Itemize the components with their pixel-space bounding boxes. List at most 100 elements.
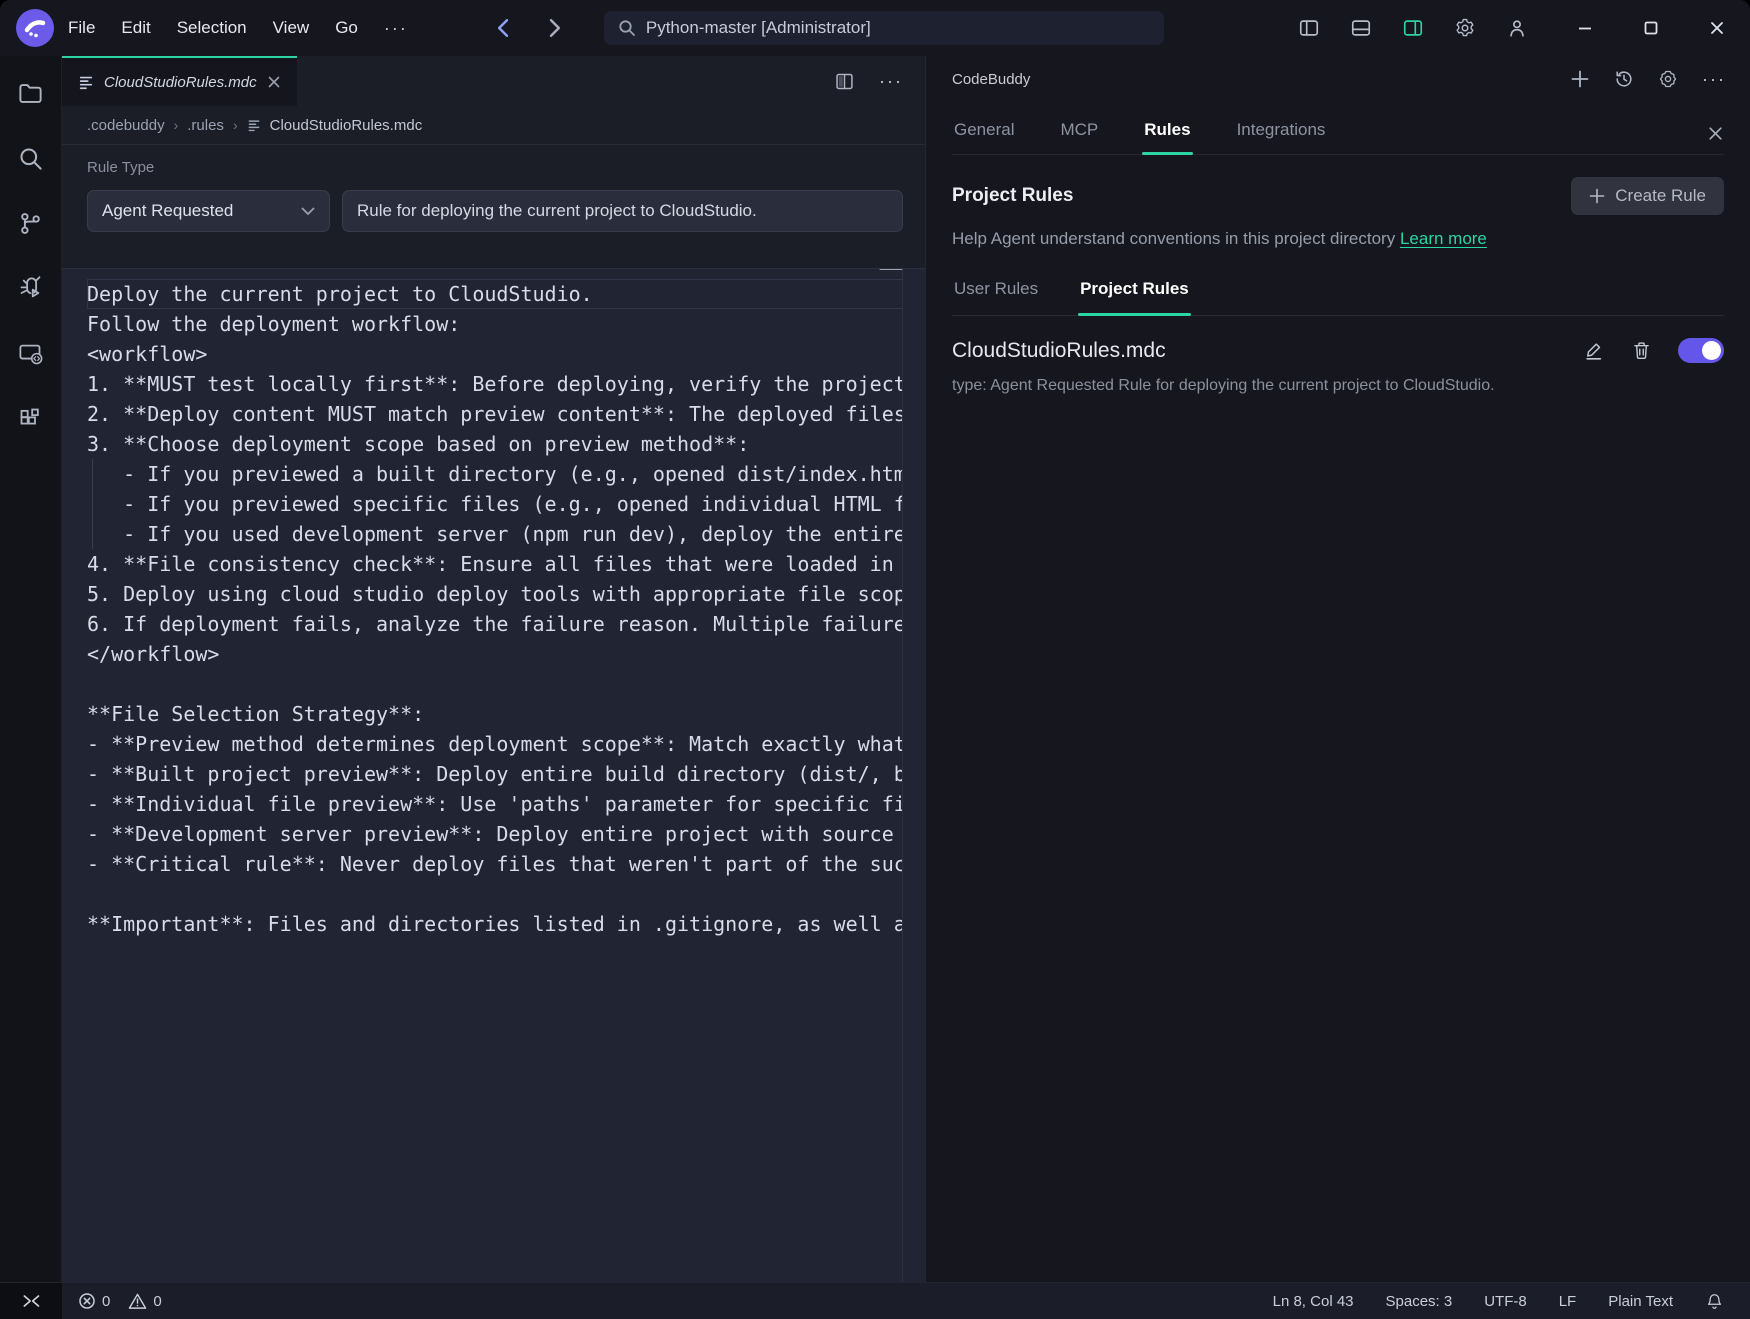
remote-explorer-icon[interactable] <box>17 340 44 367</box>
tab-mcp[interactable]: MCP <box>1058 110 1100 154</box>
indentation-setting[interactable]: Spaces: 3 <box>1386 1293 1453 1310</box>
rule-actions <box>1583 338 1724 363</box>
title-bar: File Edit Selection View Go ··· Python-m… <box>0 0 1750 56</box>
tab-rules[interactable]: Rules <box>1142 110 1192 154</box>
warnings-indicator[interactable]: 0 <box>128 1292 161 1310</box>
panel-settings-icon[interactable] <box>1658 69 1678 89</box>
split-editor-icon[interactable] <box>834 71 855 92</box>
code-line <box>87 669 903 699</box>
tab-strip: CloudStudioRules.mdc ··· <box>62 56 925 106</box>
edit-pencil-icon[interactable] <box>1583 340 1605 362</box>
chevron-right-icon: › <box>174 117 179 133</box>
tab-integrations[interactable]: Integrations <box>1235 110 1328 154</box>
problems-summary[interactable]: 0 0 <box>78 1292 162 1310</box>
close-tab-icon[interactable] <box>267 75 281 89</box>
create-rule-label: Create Rule <box>1615 186 1706 206</box>
learn-more-link[interactable]: Learn more <box>1400 229 1487 248</box>
back-icon[interactable] <box>494 18 511 38</box>
rule-description-value: Rule for deploying the current project t… <box>357 201 757 221</box>
notifications-bell-icon[interactable] <box>1705 1292 1724 1311</box>
code-line: - **Built project preview**: Deploy enti… <box>87 759 903 789</box>
delete-trash-icon[interactable] <box>1631 340 1652 361</box>
plus-icon <box>1589 188 1605 204</box>
tab-general[interactable]: General <box>952 110 1016 154</box>
create-rule-button[interactable]: Create Rule <box>1571 177 1724 215</box>
app-window: File Edit Selection View Go ··· Python-m… <box>0 0 1750 1319</box>
history-icon[interactable] <box>1614 69 1634 89</box>
tab-cloudstudiorules[interactable]: CloudStudioRules.mdc <box>62 56 297 106</box>
maximize-button[interactable] <box>1642 19 1660 37</box>
rule-list-item: CloudStudioRules.mdc <box>952 338 1724 363</box>
breadcrumb-filename[interactable]: CloudStudioRules.mdc <box>270 117 423 134</box>
rule-type-select[interactable]: Agent Requested <box>87 190 330 232</box>
project-rules-header: Project Rules Create Rule <box>952 177 1724 215</box>
eol-setting[interactable]: LF <box>1559 1293 1577 1310</box>
app-logo-icon[interactable] <box>16 9 54 47</box>
new-chat-plus-icon[interactable] <box>1570 69 1590 89</box>
toggle-left-sidebar-icon[interactable] <box>1298 17 1320 39</box>
language-mode[interactable]: Plain Text <box>1608 1293 1673 1310</box>
warnings-count: 0 <box>153 1293 161 1310</box>
toggle-bottom-panel-icon[interactable] <box>1350 17 1372 39</box>
editor-actions: ··· <box>834 56 925 106</box>
forward-icon[interactable] <box>547 18 564 38</box>
code-line: </workflow> <box>87 639 903 669</box>
panel-title: CodeBuddy <box>952 71 1030 88</box>
rule-name: CloudStudioRules.mdc <box>952 339 1166 363</box>
code-line: - **Individual file preview**: Use 'path… <box>87 789 903 819</box>
menu-selection[interactable]: Selection <box>177 18 247 38</box>
rule-enabled-toggle[interactable] <box>1678 338 1724 363</box>
cursor-position[interactable]: Ln 8, Col 43 <box>1273 1293 1354 1310</box>
subtab-project-rules[interactable]: Project Rules <box>1078 279 1191 315</box>
account-icon[interactable] <box>1506 17 1528 39</box>
search-panel-icon[interactable] <box>17 145 44 172</box>
panel-more-icon[interactable]: ··· <box>1702 69 1726 90</box>
toggle-right-sidebar-icon[interactable] <box>1402 17 1424 39</box>
titlebar-controls <box>1298 17 1750 39</box>
chevron-down-icon <box>301 207 315 216</box>
splitter-handle[interactable] <box>879 268 903 270</box>
panel-header-actions: ··· <box>1570 69 1726 90</box>
breadcrumb-codebuddy[interactable]: .codebuddy <box>87 117 165 134</box>
search-input[interactable]: Python-master [Administrator] <box>604 11 1164 45</box>
extensions-icon[interactable] <box>17 405 44 432</box>
more-menus-icon[interactable]: ··· <box>384 18 408 39</box>
source-control-icon[interactable] <box>17 210 44 237</box>
subtab-user-rules[interactable]: User Rules <box>952 279 1040 315</box>
code-line: **File Selection Strategy**: <box>87 699 903 729</box>
editor-more-icon[interactable]: ··· <box>879 71 903 92</box>
file-lines-icon <box>247 118 261 132</box>
close-window-button[interactable] <box>1708 19 1726 37</box>
close-panel-icon[interactable] <box>1707 125 1724 154</box>
minimize-button[interactable] <box>1576 19 1594 37</box>
code-line <box>87 879 903 909</box>
run-debug-icon[interactable] <box>17 275 44 302</box>
tab-title: CloudStudioRules.mdc <box>104 74 257 91</box>
code-line: **Important**: Files and directories lis… <box>87 909 903 939</box>
menu-view[interactable]: View <box>273 18 310 38</box>
code-line: - **Preview method determines deployment… <box>87 729 903 759</box>
code-line: 2. **Deploy content MUST match preview c… <box>87 399 903 429</box>
main-area: CloudStudioRules.mdc ··· .codebuddy › .r… <box>0 56 1750 1282</box>
scrollbar-track[interactable] <box>902 269 903 1282</box>
code-line: 4. **File consistency check**: Ensure al… <box>87 549 903 579</box>
search-icon <box>618 19 636 37</box>
code-line: - If you previewed a built directory (e.… <box>87 459 903 489</box>
code-line: 1. **MUST test locally first**: Before d… <box>87 369 903 399</box>
remote-indicator[interactable] <box>0 1283 62 1319</box>
breadcrumb-rules[interactable]: .rules <box>187 117 224 134</box>
code-editor[interactable]: Deploy the current project to CloudStudi… <box>62 268 925 1282</box>
errors-indicator[interactable]: 0 <box>78 1292 110 1310</box>
settings-gear-icon[interactable] <box>1454 17 1476 39</box>
menu-edit[interactable]: Edit <box>121 18 150 38</box>
encoding-setting[interactable]: UTF-8 <box>1484 1293 1527 1310</box>
rule-description-input[interactable]: Rule for deploying the current project t… <box>342 190 903 232</box>
explorer-icon[interactable] <box>17 80 44 107</box>
menu-file[interactable]: File <box>68 18 95 38</box>
menu-go[interactable]: Go <box>335 18 358 38</box>
help-text: Help Agent understand conventions in thi… <box>952 229 1724 249</box>
code-line: Follow the deployment workflow: <box>87 309 903 339</box>
menu-bar: File Edit Selection View Go ··· <box>68 18 408 39</box>
codebuddy-panel: CodeBuddy ··· General MCP Ru <box>925 56 1750 1282</box>
rule-type-label: Rule Type <box>87 159 903 176</box>
